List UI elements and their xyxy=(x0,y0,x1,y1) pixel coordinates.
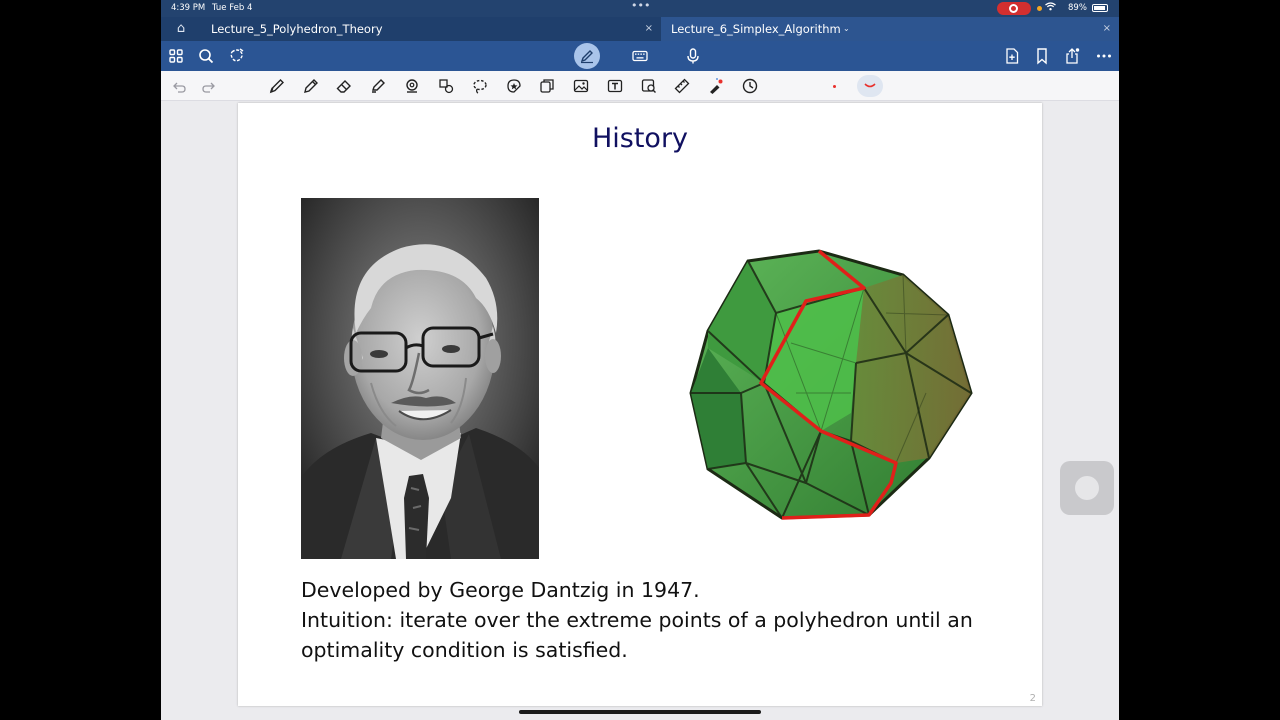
stroke-preview-icon xyxy=(864,83,876,88)
lasso-icon[interactable] xyxy=(471,77,489,95)
grid-icon[interactable] xyxy=(166,46,186,66)
main-toolbar xyxy=(161,41,1119,71)
search-icon[interactable] xyxy=(196,46,216,66)
add-page-icon[interactable] xyxy=(1002,46,1022,66)
shape-icon[interactable] xyxy=(403,77,421,95)
privacy-indicator xyxy=(1037,6,1042,11)
status-bar: 4:39 PM Tue Feb 4 ••• 89% xyxy=(161,0,1119,17)
lasso-share-icon[interactable] xyxy=(227,46,247,66)
eraser-icon[interactable] xyxy=(335,77,353,95)
wifi-icon xyxy=(1045,2,1056,14)
bookmark-icon[interactable] xyxy=(1032,46,1052,66)
close-icon[interactable]: × xyxy=(645,17,653,41)
body-text-line: optimality condition is satisfied. xyxy=(301,638,628,662)
pen-color-swatch[interactable] xyxy=(857,75,883,97)
timer-icon[interactable] xyxy=(741,77,759,95)
undo-icon[interactable] xyxy=(170,77,188,95)
pen-mode-icon xyxy=(580,50,593,64)
slide-page[interactable]: History Developed by George Dantzig in 1… xyxy=(238,103,1042,706)
highlighter-icon[interactable] xyxy=(369,77,387,95)
tab-lecture-5[interactable]: Lecture_5_Polyhedron_Theory × xyxy=(201,17,661,41)
tab-lecture-6[interactable]: Lecture_6_Simplex_Algorithm ⌄ × xyxy=(661,17,1119,41)
close-icon[interactable]: × xyxy=(1103,17,1111,41)
home-indicator[interactable] xyxy=(519,710,761,714)
more-icon[interactable] xyxy=(1094,46,1114,66)
drawing-toolbar xyxy=(161,71,1119,101)
page-number: 2 xyxy=(1029,693,1036,704)
assistive-touch-button[interactable] xyxy=(1060,461,1114,515)
clock: 4:39 PM xyxy=(171,3,206,13)
laser-pointer-icon[interactable] xyxy=(707,77,725,95)
microphone-icon[interactable] xyxy=(683,46,703,66)
ruler-icon[interactable] xyxy=(673,77,691,95)
dantzig-portrait-image xyxy=(301,198,539,559)
document-tab-bar: ⌂ Lecture_5_Polyhedron_Theory × Lecture_… xyxy=(161,17,1119,41)
keyboard-icon[interactable] xyxy=(630,46,650,66)
battery-percent: 89% xyxy=(1068,3,1087,13)
tab-label: Lecture_6_Simplex_Algorithm xyxy=(671,22,841,36)
screen-recording-indicator[interactable] xyxy=(997,2,1031,15)
battery-icon xyxy=(1092,4,1108,12)
polyhedron-figure xyxy=(686,243,981,528)
redo-icon[interactable] xyxy=(200,77,218,95)
document-canvas[interactable]: History Developed by George Dantzig in 1… xyxy=(161,101,1119,720)
share-icon[interactable] xyxy=(1062,46,1082,66)
pen-icon[interactable] xyxy=(268,77,286,95)
red-color-dot[interactable] xyxy=(833,85,836,88)
date: Tue Feb 4 xyxy=(212,3,253,13)
scan-icon[interactable] xyxy=(640,77,658,95)
multitask-dots[interactable]: ••• xyxy=(631,0,650,12)
body-text-line: Intuition: iterate over the extreme poin… xyxy=(301,608,973,632)
chevron-down-icon[interactable]: ⌄ xyxy=(843,17,850,41)
sticker-icon[interactable] xyxy=(505,77,523,95)
image-icon[interactable] xyxy=(572,77,590,95)
pen-mode-button[interactable] xyxy=(574,43,600,69)
home-icon[interactable]: ⌂ xyxy=(171,20,191,38)
pencil-icon[interactable] xyxy=(302,77,320,95)
slide-title: History xyxy=(591,123,689,154)
elements-icon[interactable] xyxy=(437,77,455,95)
body-text-line: Developed by George Dantzig in 1947. xyxy=(301,578,700,602)
copy-icon[interactable] xyxy=(538,77,556,95)
tab-label: Lecture_5_Polyhedron_Theory xyxy=(211,22,383,36)
notes-app: 4:39 PM Tue Feb 4 ••• 89% ⌂ Lecture_5_Po… xyxy=(161,0,1119,720)
text-icon[interactable] xyxy=(606,77,624,95)
